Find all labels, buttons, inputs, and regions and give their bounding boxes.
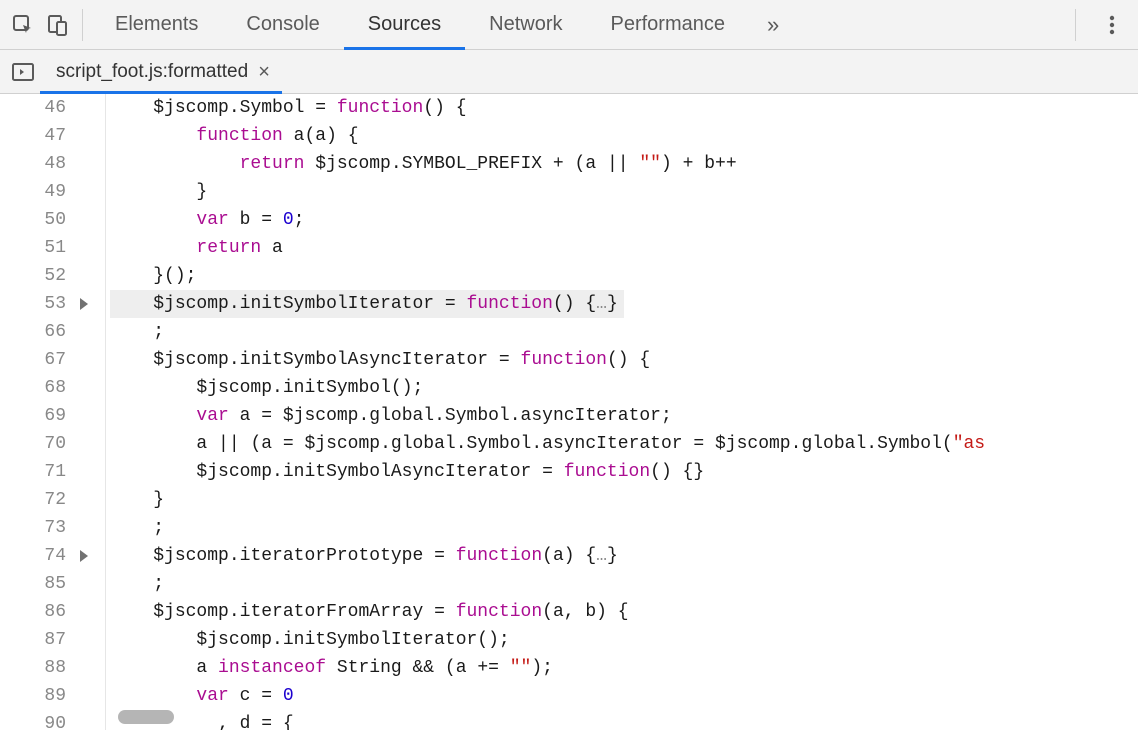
toolbar-separator bbox=[1075, 9, 1076, 41]
code-line[interactable]: return a bbox=[110, 234, 1138, 262]
code-line[interactable]: function a(a) { bbox=[110, 122, 1138, 150]
line-number: 50 bbox=[0, 206, 66, 234]
code-line[interactable]: a || (a = $jscomp.global.Symbol.asyncIte… bbox=[110, 430, 1138, 458]
line-number: 69 bbox=[0, 402, 66, 430]
line-number: 85 bbox=[0, 570, 66, 598]
main-tabs: Elements Console Sources Network Perform… bbox=[91, 0, 1067, 49]
code-editor[interactable]: 4647484950515253666768697071727374858687… bbox=[0, 94, 1138, 730]
tab-performance[interactable]: Performance bbox=[587, 0, 750, 49]
code-line[interactable]: a instanceof String && (a += ""); bbox=[110, 654, 1138, 682]
line-number: 70 bbox=[0, 430, 66, 458]
code-content[interactable]: $jscomp.Symbol = function() { function a… bbox=[106, 94, 1138, 730]
devtools-toolbar: Elements Console Sources Network Perform… bbox=[0, 0, 1138, 50]
file-tab-bar: script_foot.js:formatted × bbox=[0, 50, 1138, 94]
code-line[interactable]: $jscomp.initSymbolAsyncIterator = functi… bbox=[110, 346, 1138, 374]
code-line[interactable]: } bbox=[110, 486, 1138, 514]
kebab-menu-icon[interactable] bbox=[1092, 8, 1132, 42]
code-line[interactable]: }(); bbox=[110, 262, 1138, 290]
code-line[interactable]: $jscomp.iteratorFromArray = function(a, … bbox=[110, 598, 1138, 626]
line-number: 87 bbox=[0, 626, 66, 654]
line-number-gutter: 4647484950515253666768697071727374858687… bbox=[0, 94, 74, 730]
file-tab-label: script_foot.js:formatted bbox=[56, 61, 248, 83]
tab-console[interactable]: Console bbox=[222, 0, 343, 49]
line-number: 67 bbox=[0, 346, 66, 374]
line-number: 66 bbox=[0, 318, 66, 346]
line-number: 68 bbox=[0, 374, 66, 402]
code-line[interactable]: var b = 0; bbox=[110, 206, 1138, 234]
line-number: 52 bbox=[0, 262, 66, 290]
fold-gutter bbox=[74, 94, 106, 730]
tab-network[interactable]: Network bbox=[465, 0, 586, 49]
code-line[interactable]: $jscomp.initSymbolIterator = function() … bbox=[110, 290, 624, 318]
navigator-toggle-icon[interactable] bbox=[6, 55, 40, 89]
line-number: 49 bbox=[0, 178, 66, 206]
inspect-element-icon[interactable] bbox=[6, 8, 40, 42]
line-number: 86 bbox=[0, 598, 66, 626]
line-number: 74 bbox=[0, 542, 66, 570]
toolbar-separator bbox=[82, 9, 83, 41]
code-line[interactable]: $jscomp.iteratorPrototype = function(a) … bbox=[110, 542, 1138, 570]
tab-sources[interactable]: Sources bbox=[344, 0, 465, 49]
line-number: 47 bbox=[0, 122, 66, 150]
line-number: 89 bbox=[0, 682, 66, 710]
code-line[interactable]: var c = 0 bbox=[110, 682, 1138, 710]
line-number: 71 bbox=[0, 458, 66, 486]
line-number: 72 bbox=[0, 486, 66, 514]
line-number: 73 bbox=[0, 514, 66, 542]
horizontal-scrollbar-thumb[interactable] bbox=[118, 710, 174, 724]
code-line[interactable]: ; bbox=[110, 318, 1138, 346]
code-line[interactable]: ; bbox=[110, 570, 1138, 598]
fold-arrow-icon[interactable] bbox=[80, 550, 88, 562]
code-line[interactable]: $jscomp.initSymbol(); bbox=[110, 374, 1138, 402]
line-number: 90 bbox=[0, 710, 66, 730]
code-line[interactable]: $jscomp.initSymbolIterator(); bbox=[110, 626, 1138, 654]
file-tab[interactable]: script_foot.js:formatted × bbox=[40, 50, 282, 93]
line-number: 46 bbox=[0, 94, 66, 122]
tab-elements[interactable]: Elements bbox=[91, 0, 222, 49]
close-icon[interactable]: × bbox=[258, 62, 270, 82]
line-number: 88 bbox=[0, 654, 66, 682]
code-line[interactable]: return $jscomp.SYMBOL_PREFIX + (a || "")… bbox=[110, 150, 1138, 178]
code-line[interactable]: ; bbox=[110, 514, 1138, 542]
line-number: 48 bbox=[0, 150, 66, 178]
tabs-overflow-icon[interactable]: » bbox=[749, 0, 797, 49]
line-number: 53 bbox=[0, 290, 66, 318]
device-toolbar-icon[interactable] bbox=[40, 8, 74, 42]
code-line[interactable]: var a = $jscomp.global.Symbol.asyncItera… bbox=[110, 402, 1138, 430]
line-number: 51 bbox=[0, 234, 66, 262]
code-line[interactable]: , d = { bbox=[110, 710, 1138, 730]
code-line[interactable]: } bbox=[110, 178, 1138, 206]
code-line[interactable]: $jscomp.initSymbolAsyncIterator = functi… bbox=[110, 458, 1138, 486]
fold-arrow-icon[interactable] bbox=[80, 298, 88, 310]
code-line[interactable]: $jscomp.Symbol = function() { bbox=[110, 94, 1138, 122]
